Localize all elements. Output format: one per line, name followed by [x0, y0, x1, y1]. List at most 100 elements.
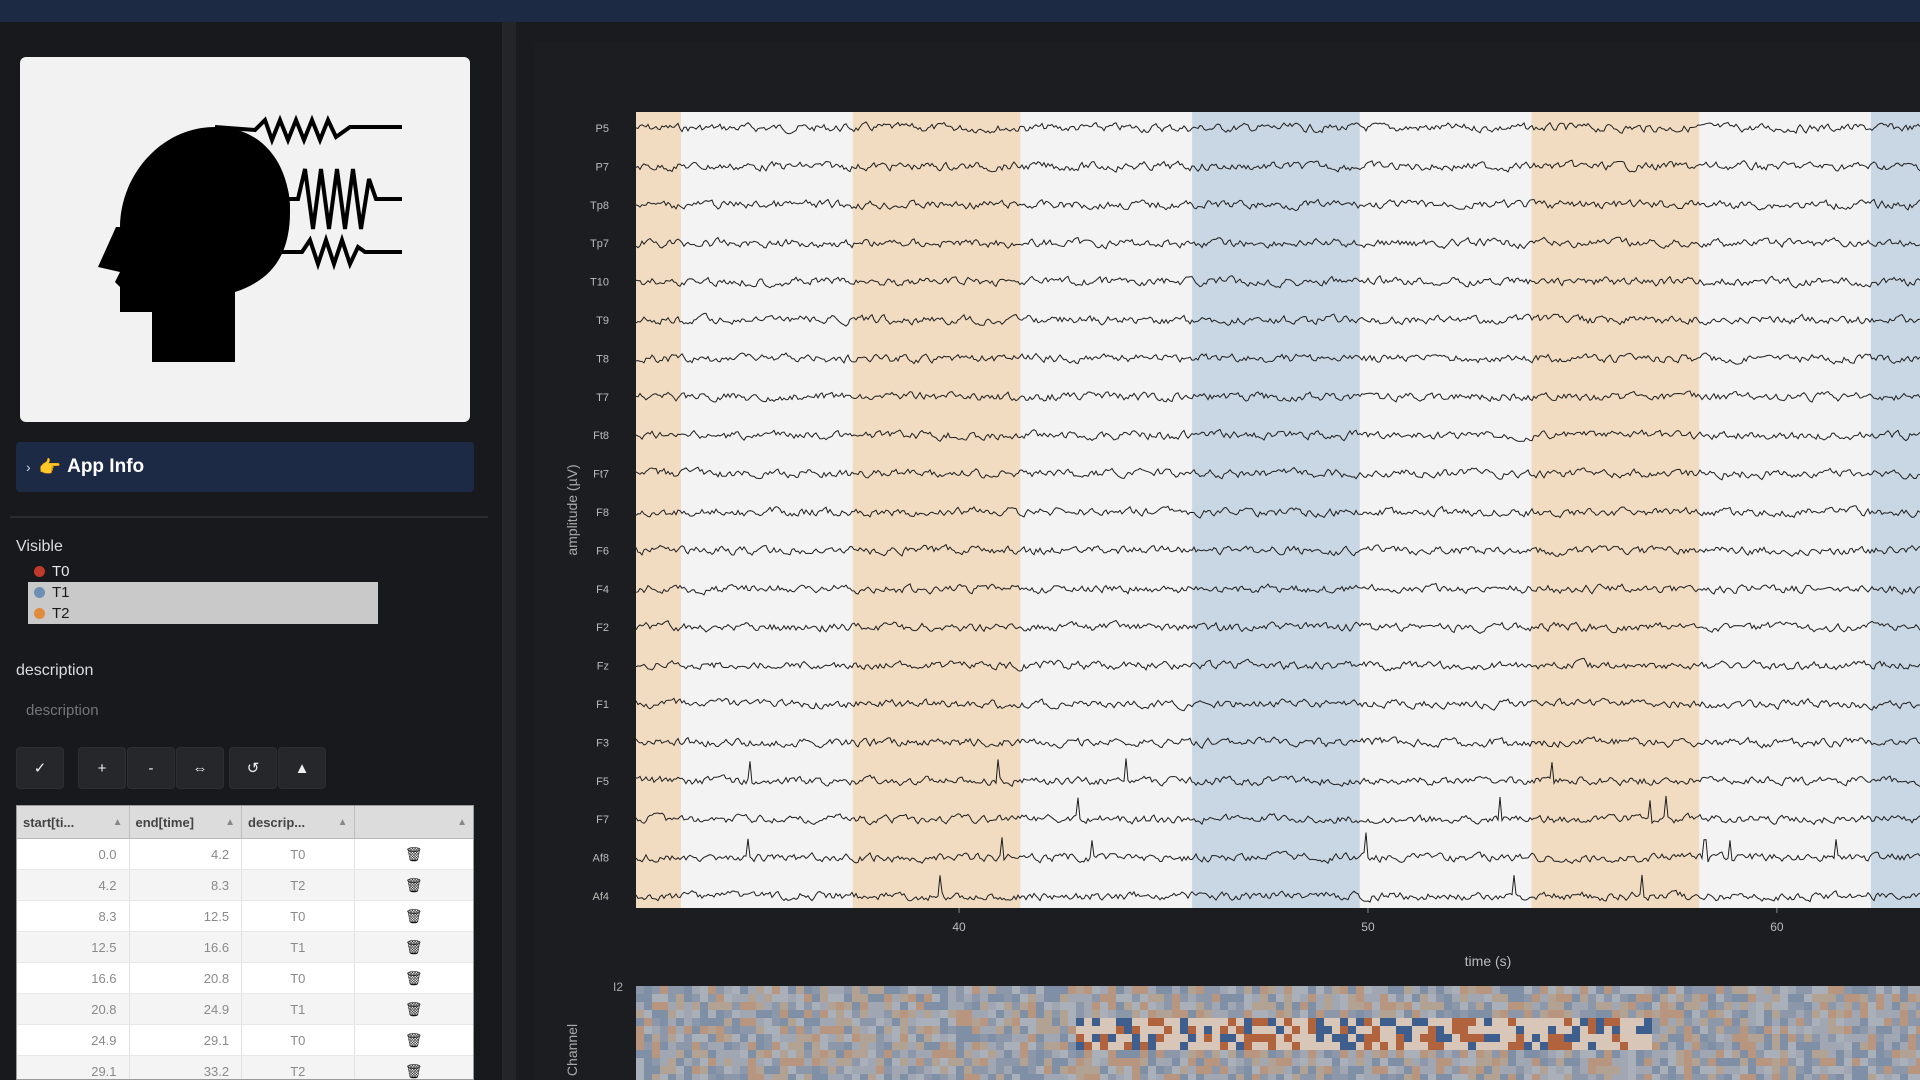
visible-option-t1[interactable]: T1: [28, 582, 378, 603]
table-row[interactable]: 4.2 8.3 T2 🗑: [17, 870, 473, 901]
heatmap-cell: [1084, 1074, 1092, 1080]
cell-end[interactable]: 20.8: [130, 963, 243, 993]
trash-icon[interactable]: 🗑: [405, 1032, 423, 1049]
trash-icon[interactable]: 🗑: [405, 1063, 423, 1080]
heatmap-cell: [940, 1050, 948, 1058]
cell-desc[interactable]: T0: [242, 1025, 355, 1055]
description-input[interactable]: [16, 696, 474, 724]
heatmap-cell: [1644, 1026, 1652, 1034]
table-row[interactable]: 16.6 20.8 T0 🗑: [17, 963, 473, 994]
sidebar-divider[interactable]: [502, 22, 516, 1080]
heatmap-cell: [788, 1018, 796, 1026]
heatmap-cell: [1820, 1010, 1828, 1018]
trash-icon[interactable]: 🗑: [405, 1001, 423, 1018]
cell-end[interactable]: 12.5: [130, 901, 243, 931]
cell-desc[interactable]: T0: [242, 901, 355, 931]
heatmap-cell: [772, 1074, 780, 1080]
table-row[interactable]: 24.9 29.1 T0 🗑: [17, 1025, 473, 1056]
remove-button[interactable]: -: [127, 747, 175, 789]
fit-width-button[interactable]: ⇔: [176, 747, 224, 789]
heatmap-cell: [1164, 1026, 1172, 1034]
cell-end[interactable]: 24.9: [130, 994, 243, 1024]
upload-button[interactable]: ▲: [278, 747, 326, 789]
heatmap-cell: [1652, 1018, 1660, 1026]
heatmap-cell: [1420, 1002, 1428, 1010]
heatmap-cell: [724, 994, 732, 1002]
trash-icon[interactable]: 🗑: [405, 908, 423, 925]
heatmap-cell: [1476, 1058, 1484, 1066]
heatmap-cell: [868, 1002, 876, 1010]
table-row[interactable]: 20.8 24.9 T1 🗑: [17, 994, 473, 1025]
reset-button[interactable]: ↺: [229, 747, 277, 789]
annotation-band-t2[interactable]: [636, 112, 681, 908]
confirm-button[interactable]: ✓: [16, 747, 64, 789]
table-row[interactable]: 8.3 12.5 T0 🗑: [17, 901, 473, 932]
heatmap-cell: [1572, 1034, 1580, 1042]
heatmap-cell: [1684, 1058, 1692, 1066]
eeg-chart[interactable]: P5P7Tp8Tp7T10T9T8T7Ft8Ft7F8F6F4F2FzF1F3F…: [535, 42, 1920, 1080]
table-row[interactable]: 12.5 16.6 T1 🗑: [17, 932, 473, 963]
heatmap-cell: [1596, 1010, 1604, 1018]
heatmap-cell: [1388, 1026, 1396, 1034]
header-actions[interactable]: ▲: [355, 806, 473, 838]
sort-up-icon: ▲: [225, 816, 236, 828]
heatmap-cell: [1700, 1074, 1708, 1080]
cell-desc[interactable]: T0: [242, 839, 355, 869]
table-row[interactable]: 0.0 4.2 T0 🗑: [17, 839, 473, 870]
cell-end[interactable]: 8.3: [130, 870, 243, 900]
heatmap-cell: [844, 1018, 852, 1026]
app-info-expander[interactable]: › 👉 App Info: [16, 442, 474, 492]
visible-option-t0[interactable]: T0: [28, 561, 378, 582]
heatmap-cell: [1348, 1034, 1356, 1042]
cell-desc[interactable]: T0: [242, 963, 355, 993]
table-row[interactable]: 29.1 33.2 T2 🗑: [17, 1056, 473, 1080]
heatmap-cell: [1212, 1050, 1220, 1058]
heatmap-cell: [844, 1050, 852, 1058]
heatmap-cell: [1468, 1034, 1476, 1042]
cell-end[interactable]: 29.1: [130, 1025, 243, 1055]
cell-start[interactable]: 20.8: [17, 994, 130, 1024]
cell-start[interactable]: 29.1: [17, 1056, 130, 1079]
heatmap-cell: [1764, 1002, 1772, 1010]
header-start[interactable]: start[ti... ▲: [17, 806, 130, 838]
cell-desc[interactable]: T1: [242, 994, 355, 1024]
cell-start[interactable]: 0.0: [17, 839, 130, 869]
cell-start[interactable]: 24.9: [17, 1025, 130, 1055]
heatmap-cell: [1100, 1074, 1108, 1080]
cell-start[interactable]: 12.5: [17, 932, 130, 962]
table-body: 0.0 4.2 T0 🗑 4.2 8.3 T2 🗑 8.3 12.5 T0 🗑 12.5 16.6 T1 🗑 1…: [17, 839, 473, 1080]
cell-desc[interactable]: T1: [242, 932, 355, 962]
heatmap-cell: [1252, 1066, 1260, 1074]
visible-option-t2[interactable]: T2: [28, 603, 378, 624]
heatmap-cell: [1348, 1010, 1356, 1018]
trash-icon[interactable]: 🗑: [405, 939, 423, 956]
cell-end[interactable]: 4.2: [130, 839, 243, 869]
trash-icon[interactable]: 🗑: [405, 970, 423, 987]
trash-icon[interactable]: 🗑: [405, 877, 423, 894]
heatmap-cell: [1132, 986, 1140, 994]
heatmap-cell: [1772, 1034, 1780, 1042]
annotation-band-t2[interactable]: [852, 112, 1021, 908]
cell-start[interactable]: 4.2: [17, 870, 130, 900]
cell-start[interactable]: 16.6: [17, 963, 130, 993]
cell-end[interactable]: 33.2: [130, 1056, 243, 1079]
visible-multiselect[interactable]: T0 T1 T2: [28, 561, 378, 625]
header-end[interactable]: end[time] ▲: [130, 806, 243, 838]
heatmap-cell: [1348, 1074, 1356, 1080]
heatmap-cell: [1372, 1050, 1380, 1058]
heatmap-cell: [1548, 1050, 1556, 1058]
cell-end[interactable]: 16.6: [130, 932, 243, 962]
header-description[interactable]: descrip... ▲: [242, 806, 355, 838]
heatmap-cell: [1236, 994, 1244, 1002]
cell-start[interactable]: 8.3: [17, 901, 130, 931]
cell-desc[interactable]: T2: [242, 1056, 355, 1079]
add-button[interactable]: +: [78, 747, 126, 789]
cell-desc[interactable]: T2: [242, 870, 355, 900]
annotation-band-t1[interactable]: [1192, 112, 1360, 908]
heatmap-cell: [780, 986, 788, 994]
heatmap-cell: [1884, 1034, 1892, 1042]
trash-icon[interactable]: 🗑: [405, 846, 423, 863]
heatmap-cell: [636, 1050, 644, 1058]
heatmap-cell: [1684, 994, 1692, 1002]
heatmap-cell: [1572, 1026, 1580, 1034]
